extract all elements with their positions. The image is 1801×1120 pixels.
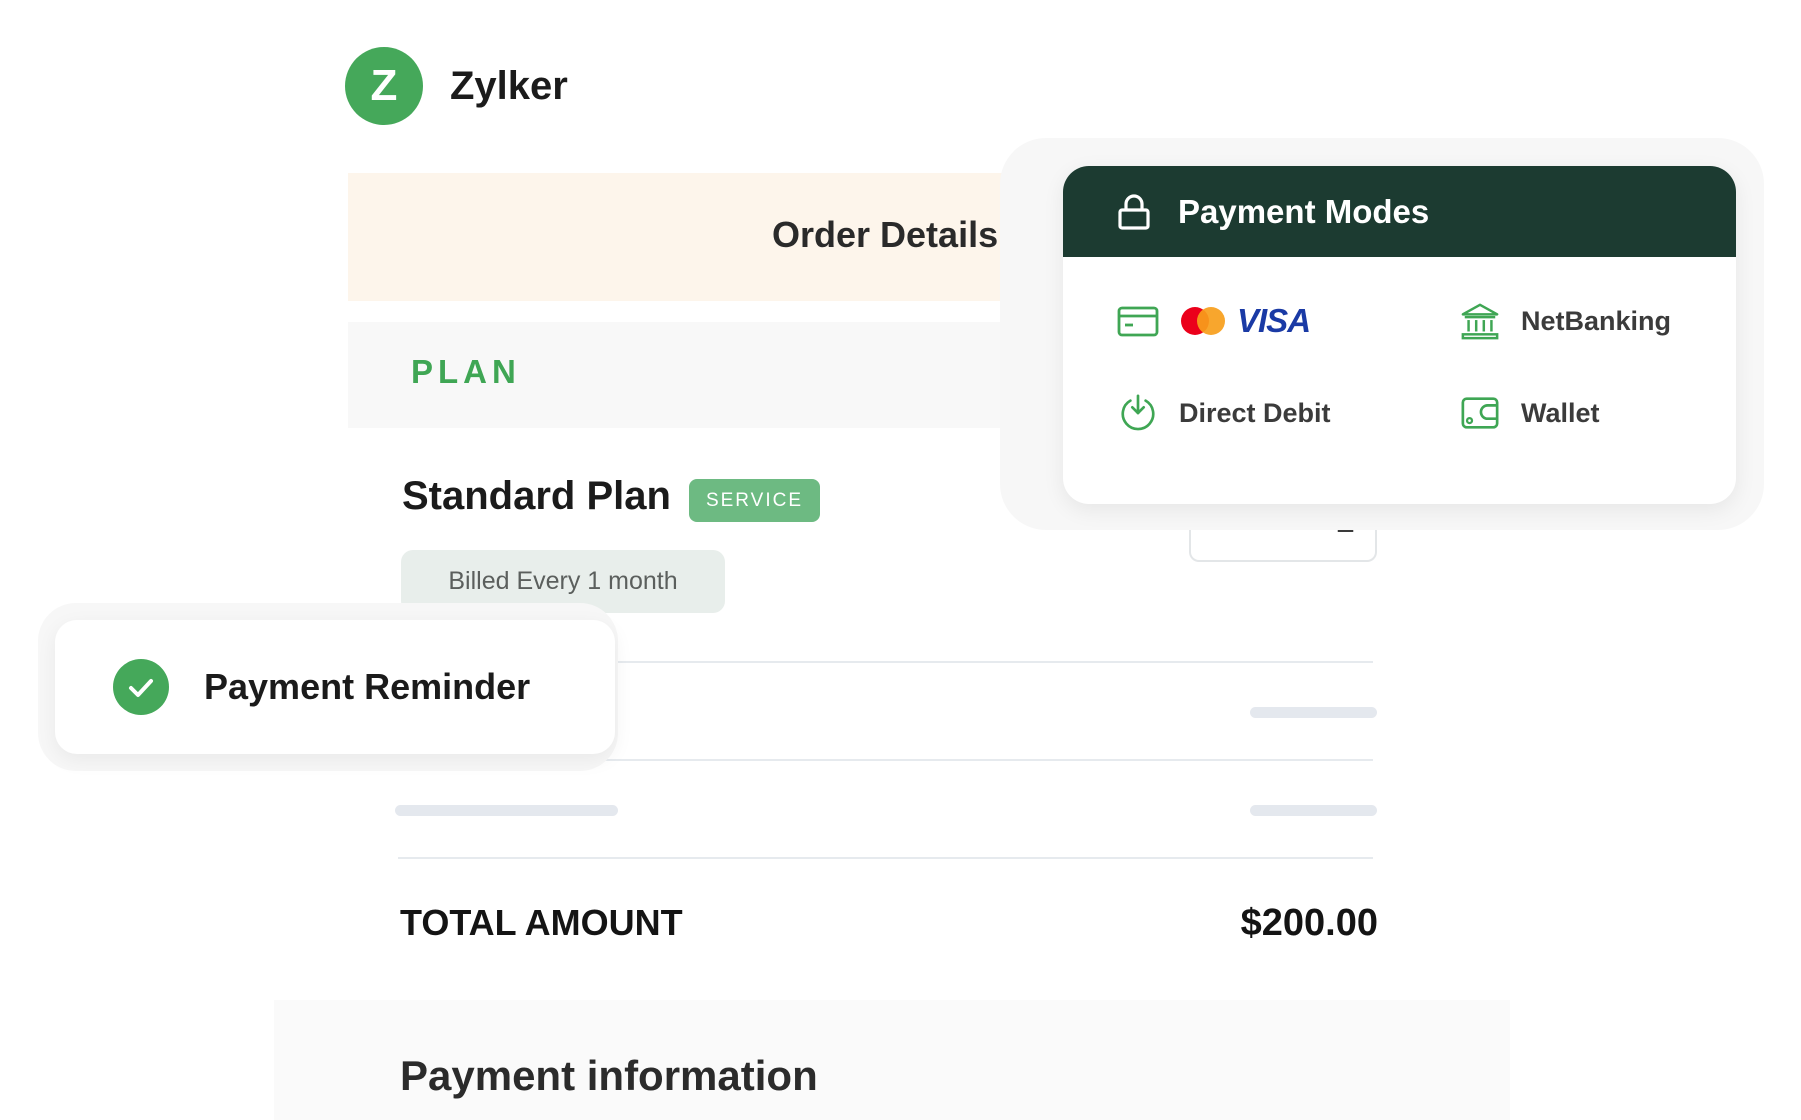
placeholder-bar (395, 805, 618, 816)
line-divider (398, 857, 1373, 859)
direct-debit-label: Direct Debit (1179, 397, 1331, 428)
lock-icon (1118, 193, 1150, 230)
order-details-title: Order Details (772, 214, 999, 255)
service-badge: SERVICE (689, 479, 820, 522)
plan-name: Standard Plan (402, 474, 671, 518)
netbanking-label: NetBanking (1521, 305, 1672, 336)
payment-information-title: Payment information (400, 1052, 818, 1099)
payment-mode-direct-debit[interactable]: Direct Debit (1117, 393, 1331, 433)
mastercard-icon (1181, 307, 1225, 335)
total-amount-label: TOTAL AMOUNT (400, 902, 683, 943)
brand-header: Z Zylker (345, 47, 568, 125)
payment-reminder-toast[interactable]: Payment Reminder (55, 620, 615, 754)
payment-mode-card[interactable]: VISA (1117, 301, 1311, 341)
payment-mode-wallet[interactable]: Wallet (1459, 393, 1600, 433)
payment-modes-title: Payment Modes (1178, 192, 1430, 230)
placeholder-bar (1250, 805, 1377, 816)
payment-reminder-text: Payment Reminder (204, 666, 531, 707)
payment-mode-netbanking[interactable]: NetBanking (1459, 301, 1671, 341)
visa-logo: VISA (1237, 302, 1311, 339)
bank-icon (1461, 303, 1499, 340)
wallet-icon (1461, 397, 1499, 429)
total-amount-value: $200.00 (1240, 902, 1378, 944)
placeholder-bar (1250, 707, 1377, 718)
check-circle-icon (113, 659, 169, 715)
direct-debit-icon (1121, 394, 1155, 431)
brand-logo: Z (345, 47, 423, 125)
brand-name: Zylker (450, 63, 568, 108)
wallet-label: Wallet (1521, 397, 1600, 428)
plan-section-label: PLAN (411, 353, 521, 390)
credit-card-icon (1117, 306, 1159, 337)
payment-modes-card: Payment Modes VISA NetBanking Direct Deb… (1063, 166, 1736, 504)
payment-modes-header: Payment Modes (1063, 166, 1736, 257)
